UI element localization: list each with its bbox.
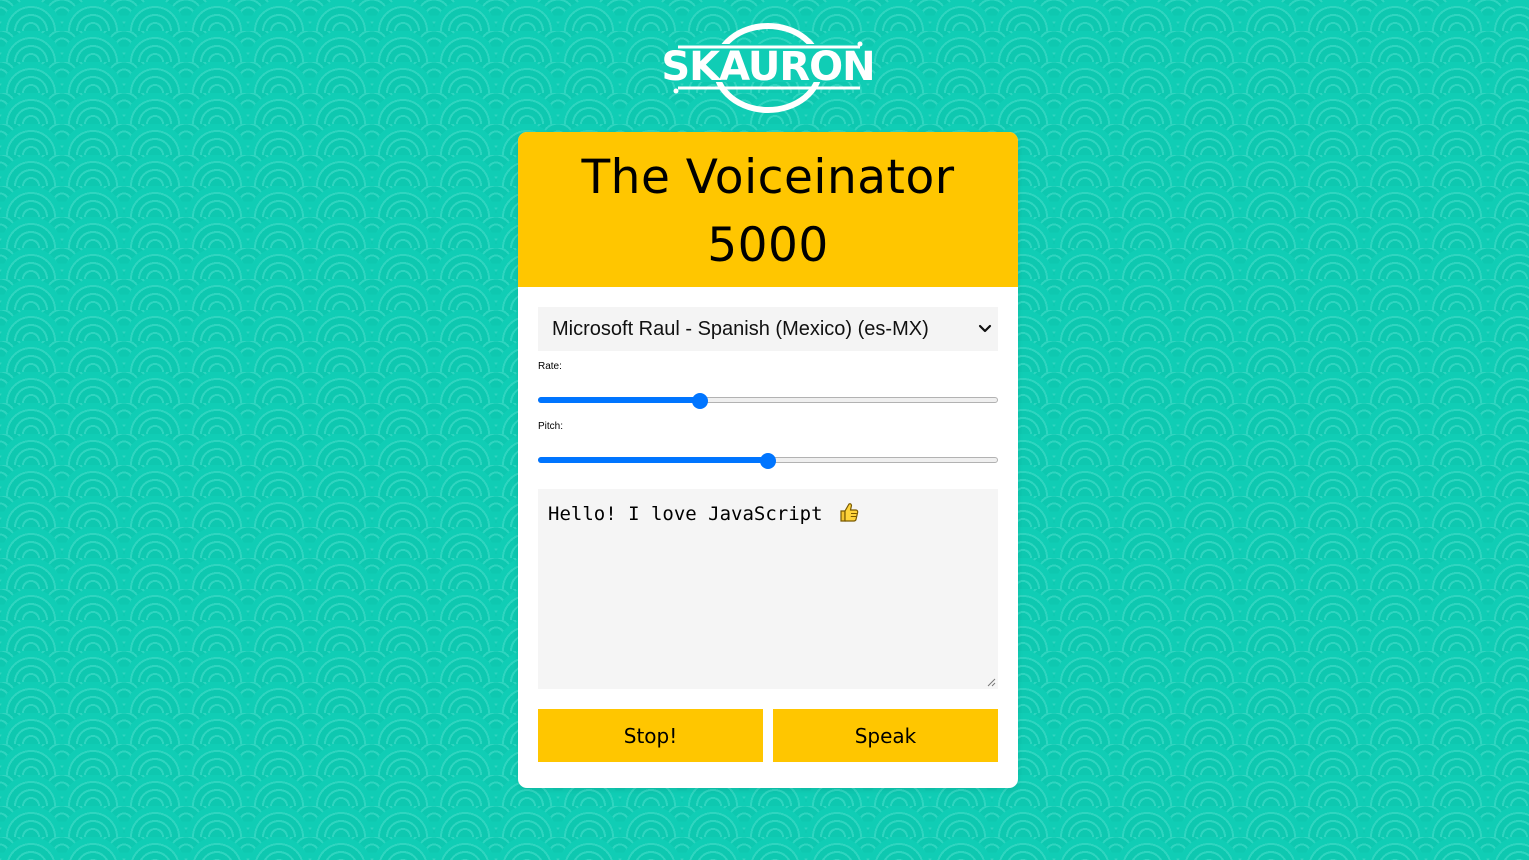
logo-text: SKAURON	[664, 44, 874, 90]
skauron-logo: SKAURON	[664, 20, 874, 114]
resize-grip-icon[interactable]	[987, 678, 996, 687]
page-title: The Voiceinator 5000	[581, 149, 955, 273]
voice-select[interactable]: Microsoft Raul - Spanish (Mexico) (es-MX…	[538, 307, 998, 351]
stop-button[interactable]: Stop!	[538, 709, 763, 762]
message-textarea[interactable]: Hello! I love JavaScript	[538, 489, 998, 689]
rate-slider-fill	[538, 397, 700, 403]
rate-slider-thumb[interactable]	[692, 393, 708, 409]
chevron-down-icon	[978, 324, 992, 333]
rate-label: Rate:	[538, 361, 562, 372]
message-text: Hello! I love JavaScript	[548, 503, 823, 525]
voiceinator-card: The Voiceinator 5000 Microsoft Raul - Sp…	[518, 132, 1018, 788]
pitch-slider-fill	[538, 457, 768, 463]
card-body: Microsoft Raul - Spanish (Mexico) (es-MX…	[518, 287, 1018, 762]
action-buttons: Stop! Speak	[538, 709, 998, 762]
speak-button[interactable]: Speak	[773, 709, 998, 762]
pitch-slider-thumb[interactable]	[760, 453, 776, 469]
thumbs-up-icon	[840, 503, 859, 522]
rate-slider[interactable]	[538, 391, 998, 411]
pitch-label: Pitch:	[538, 421, 564, 432]
voice-select-value: Microsoft Raul - Spanish (Mexico) (es-MX…	[552, 317, 929, 340]
card-header: The Voiceinator 5000	[518, 132, 1018, 287]
pitch-slider[interactable]	[538, 451, 998, 471]
